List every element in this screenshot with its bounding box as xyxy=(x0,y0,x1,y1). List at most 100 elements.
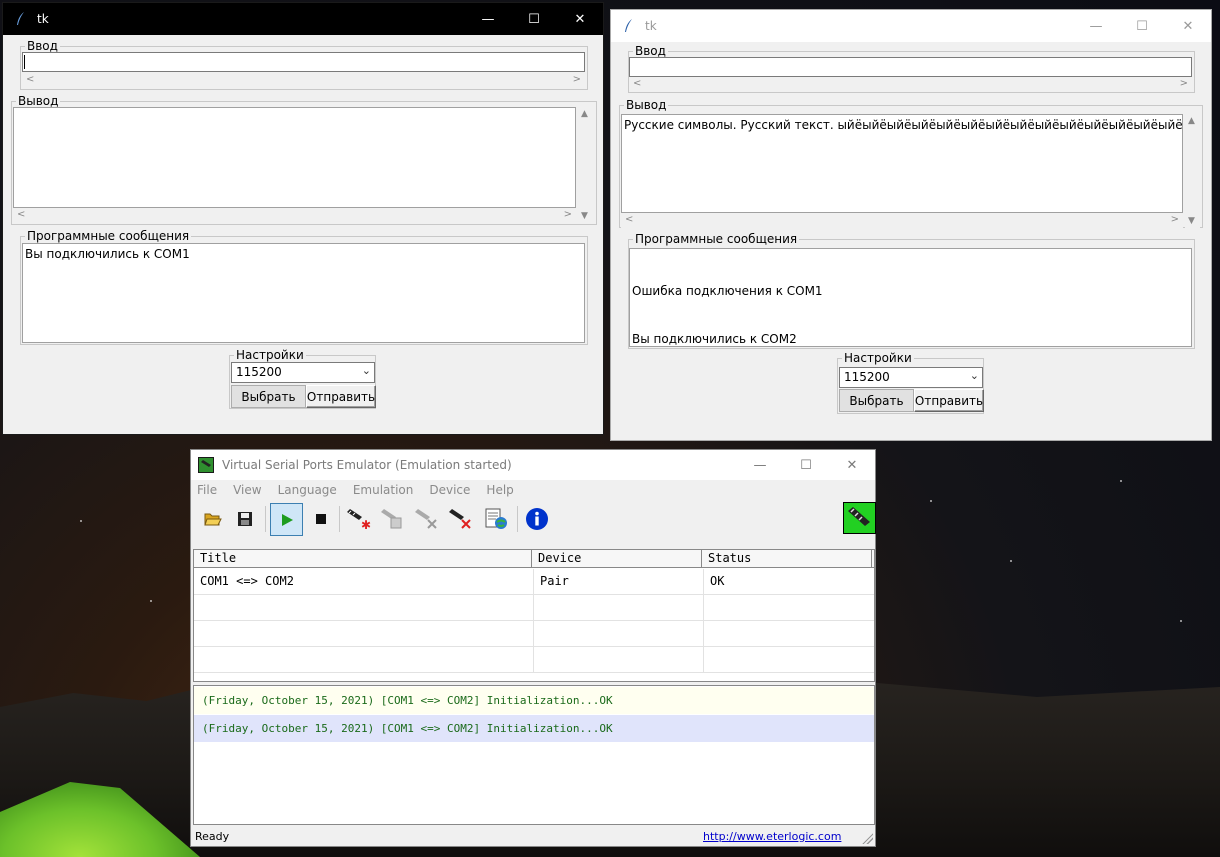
delete-device-icon[interactable] xyxy=(446,504,474,534)
send-button[interactable]: Отправить xyxy=(914,389,984,412)
tk-window-left[interactable]: tk — ☐ ✕ Ввод < > Вывод ▲ ▼ < > Программные… xyxy=(2,2,604,435)
table-row[interactable]: COM1 <=> COM2 Pair OK xyxy=(194,569,874,595)
input-field[interactable] xyxy=(629,57,1192,77)
chevron-down-icon: ⌄ xyxy=(361,364,371,377)
website-link[interactable]: http://www.eterlogic.com xyxy=(703,830,841,843)
status-text: Ready xyxy=(195,830,230,843)
input-hscrollbar[interactable]: < > xyxy=(22,73,585,88)
row-title: COM1 <=> COM2 xyxy=(194,569,534,595)
maximize-button[interactable]: ☐ xyxy=(783,450,829,480)
scroll-left-icon[interactable]: < xyxy=(625,214,633,225)
input-field[interactable] xyxy=(22,52,585,72)
menu-view[interactable]: View xyxy=(233,483,261,497)
close-button[interactable]: ✕ xyxy=(557,3,603,35)
scroll-down-icon[interactable]: ▼ xyxy=(1188,216,1195,226)
output-vscrollbar[interactable]: ▲ ▼ xyxy=(1185,114,1200,228)
output-vscrollbar[interactable]: ▲ ▼ xyxy=(578,107,593,223)
scroll-right-icon[interactable]: > xyxy=(573,74,581,85)
create-device-icon[interactable]: ✱ xyxy=(344,504,372,534)
message-line: Вы подключились к COM1 xyxy=(25,247,190,261)
title-bar[interactable]: Virtual Serial Ports Emulator (Emulation… xyxy=(191,450,875,480)
menu-language[interactable]: Language xyxy=(278,483,337,497)
baud-value: 115200 xyxy=(844,370,890,384)
minimize-button[interactable]: — xyxy=(1073,10,1119,42)
output-text[interactable]: Русские символы. Русский текст. ыйёыйёый… xyxy=(621,114,1183,213)
report-globe-icon[interactable] xyxy=(482,504,510,534)
scroll-right-icon[interactable]: > xyxy=(564,209,572,220)
save-disk-icon[interactable] xyxy=(231,504,259,534)
stop-icon[interactable] xyxy=(307,504,335,534)
scroll-left-icon[interactable]: < xyxy=(17,209,25,220)
vspe-app-icon xyxy=(198,457,214,473)
window-title: Virtual Serial Ports Emulator (Emulation… xyxy=(222,458,512,472)
scroll-right-icon[interactable]: > xyxy=(1180,78,1188,89)
status-bar: Ready http://www.eterlogic.com xyxy=(191,826,875,846)
disconnect-device-icon[interactable] xyxy=(412,504,440,534)
column-status[interactable]: Status xyxy=(702,550,872,568)
menu-emulation[interactable]: Emulation xyxy=(353,483,414,497)
scroll-right-icon[interactable]: > xyxy=(1171,214,1179,225)
play-icon[interactable] xyxy=(270,503,303,536)
column-title[interactable]: Title xyxy=(194,550,532,568)
scroll-left-icon[interactable]: < xyxy=(633,78,641,89)
minimize-button[interactable]: — xyxy=(465,3,511,35)
output-hscrollbar[interactable]: < > xyxy=(13,208,576,223)
minimize-button[interactable]: — xyxy=(737,450,783,480)
log-panel[interactable]: (Friday, October 15, 2021) [COM1 <=> COM… xyxy=(193,685,875,825)
messages-text[interactable]: Вы подключились к COM1 xyxy=(22,243,585,343)
feather-icon xyxy=(13,11,29,27)
output-group-label: Вывод xyxy=(18,94,59,108)
feather-icon xyxy=(621,18,637,34)
title-bar[interactable]: tk — ☐ ✕ xyxy=(3,3,603,35)
message-line: Вы подключились к COM2 xyxy=(632,332,797,346)
resize-grip-icon[interactable] xyxy=(861,832,873,844)
close-button[interactable]: ✕ xyxy=(829,450,875,480)
messages-text[interactable]: Ошибка подключения к COM1 Вы подключилис… xyxy=(629,248,1192,347)
title-bar[interactable]: tk — ☐ ✕ xyxy=(611,10,1211,42)
menu-bar: File View Language Emulation Device Help xyxy=(191,480,875,500)
edit-device-icon[interactable] xyxy=(378,504,406,534)
scroll-left-icon[interactable]: < xyxy=(26,74,34,85)
menu-device[interactable]: Device xyxy=(429,483,470,497)
row-status: OK xyxy=(704,569,874,595)
log-line: (Friday, October 15, 2021) [COM1 <=> COM… xyxy=(194,687,874,714)
settings-group-label: Настройки xyxy=(844,351,912,365)
device-list-header: Title Device Status xyxy=(194,550,874,568)
table-row-empty xyxy=(194,621,874,647)
row-device: Pair xyxy=(534,569,704,595)
info-icon[interactable] xyxy=(523,504,551,534)
input-group-label: Ввод xyxy=(27,39,58,53)
messages-group-label: Программные сообщения xyxy=(27,229,190,243)
menu-help[interactable]: Help xyxy=(486,483,513,497)
vspe-window[interactable]: Virtual Serial Ports Emulator (Emulation… xyxy=(190,449,876,847)
column-device[interactable]: Device xyxy=(532,550,702,568)
select-button[interactable]: Выбрать xyxy=(231,385,306,408)
menu-file[interactable]: File xyxy=(197,483,217,497)
output-hscrollbar[interactable]: < > xyxy=(621,213,1183,228)
select-button[interactable]: Выбрать xyxy=(839,389,914,412)
input-hscrollbar[interactable]: < > xyxy=(629,77,1192,92)
scroll-up-icon[interactable]: ▲ xyxy=(1188,116,1195,126)
open-folder-icon[interactable] xyxy=(199,504,227,534)
window-title: tk xyxy=(37,12,49,26)
send-button[interactable]: Отправить xyxy=(306,385,376,408)
output-group-label: Вывод xyxy=(626,98,667,112)
scroll-up-icon[interactable]: ▲ xyxy=(581,109,588,119)
message-line: Ошибка подключения к COM1 xyxy=(632,284,823,298)
baud-select[interactable]: 115200 ⌄ xyxy=(231,362,375,383)
svg-text:✱: ✱ xyxy=(361,518,371,530)
device-list[interactable]: Title Device Status COM1 <=> COM2 Pair O… xyxy=(193,549,875,682)
baud-select[interactable]: 115200 ⌄ xyxy=(839,367,983,388)
vspe-logo xyxy=(843,502,876,534)
close-button[interactable]: ✕ xyxy=(1165,10,1211,42)
settings-group-label: Настройки xyxy=(236,348,304,362)
messages-group-label: Программные сообщения xyxy=(635,232,798,246)
scroll-down-icon[interactable]: ▼ xyxy=(581,211,588,221)
maximize-button[interactable]: ☐ xyxy=(511,3,557,35)
output-text[interactable] xyxy=(13,107,576,208)
window-title: tk xyxy=(645,19,657,33)
maximize-button[interactable]: ☐ xyxy=(1119,10,1165,42)
tk-window-right[interactable]: tk — ☐ ✕ Ввод < > Вывод Русские символы. … xyxy=(610,9,1212,441)
input-group-label: Ввод xyxy=(635,44,666,58)
baud-value: 115200 xyxy=(236,365,282,379)
